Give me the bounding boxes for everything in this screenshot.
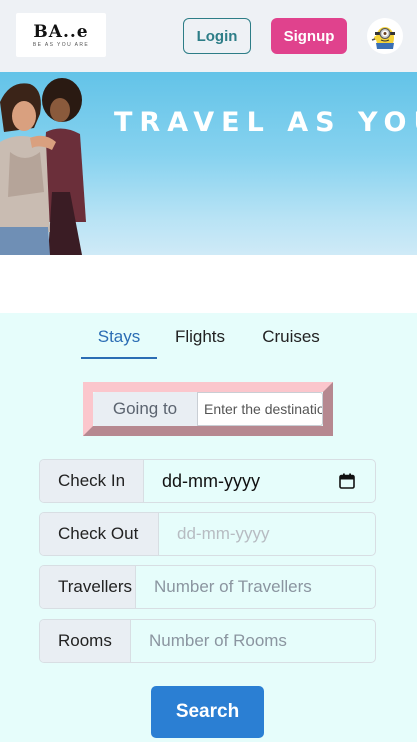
check-in-date-input[interactable]: dd-mm-yyyy: [144, 460, 375, 502]
check-in-date-value: dd-mm-yyyy: [162, 470, 260, 491]
rooms-input[interactable]: [131, 620, 375, 662]
tab-cruises[interactable]: Cruises: [243, 327, 339, 359]
check-in-label: Check In: [40, 460, 144, 502]
check-out-date-input[interactable]: dd-mm-yyyy: [159, 513, 375, 555]
hero-banner: TRAVEL AS YOU A: [0, 72, 417, 255]
check-out-label: Check Out: [40, 513, 159, 555]
travellers-input[interactable]: [136, 566, 375, 608]
hero-photo: [0, 78, 86, 255]
brand-logo[interactable]: BA..e BE AS YOU ARE: [16, 13, 106, 57]
travellers-group: Travellers: [39, 565, 376, 609]
logo-wordmark: BA..e: [33, 22, 89, 42]
search-button[interactable]: Search: [151, 686, 264, 738]
destination-input[interactable]: [197, 392, 323, 426]
rooms-label: Rooms: [40, 620, 131, 662]
tab-stays[interactable]: Stays: [81, 327, 157, 359]
check-out-group: Check Out dd-mm-yyyy: [39, 512, 376, 556]
destination-group: Going to: [83, 382, 333, 436]
tab-flights[interactable]: Flights: [157, 327, 243, 359]
login-button[interactable]: Login: [183, 18, 251, 54]
minion-avatar-icon[interactable]: [367, 18, 403, 54]
hero-tagline: TRAVEL AS YOU A: [114, 107, 417, 138]
calendar-icon[interactable]: [339, 473, 355, 489]
rooms-group: Rooms: [39, 619, 376, 663]
spacer: [0, 255, 417, 313]
top-header: BA..e BE AS YOU ARE Login Signup: [0, 0, 417, 72]
search-tabs: Stays Flights Cruises: [81, 327, 339, 359]
check-in-group: Check In dd-mm-yyyy: [39, 459, 376, 503]
going-to-label: Going to: [93, 392, 197, 426]
travellers-label: Travellers: [40, 566, 136, 608]
logo-tagline: BE AS YOU ARE: [32, 42, 90, 48]
search-panel: Stays Flights Cruises Going to Check In …: [0, 313, 417, 742]
signup-button[interactable]: Signup: [271, 18, 347, 54]
